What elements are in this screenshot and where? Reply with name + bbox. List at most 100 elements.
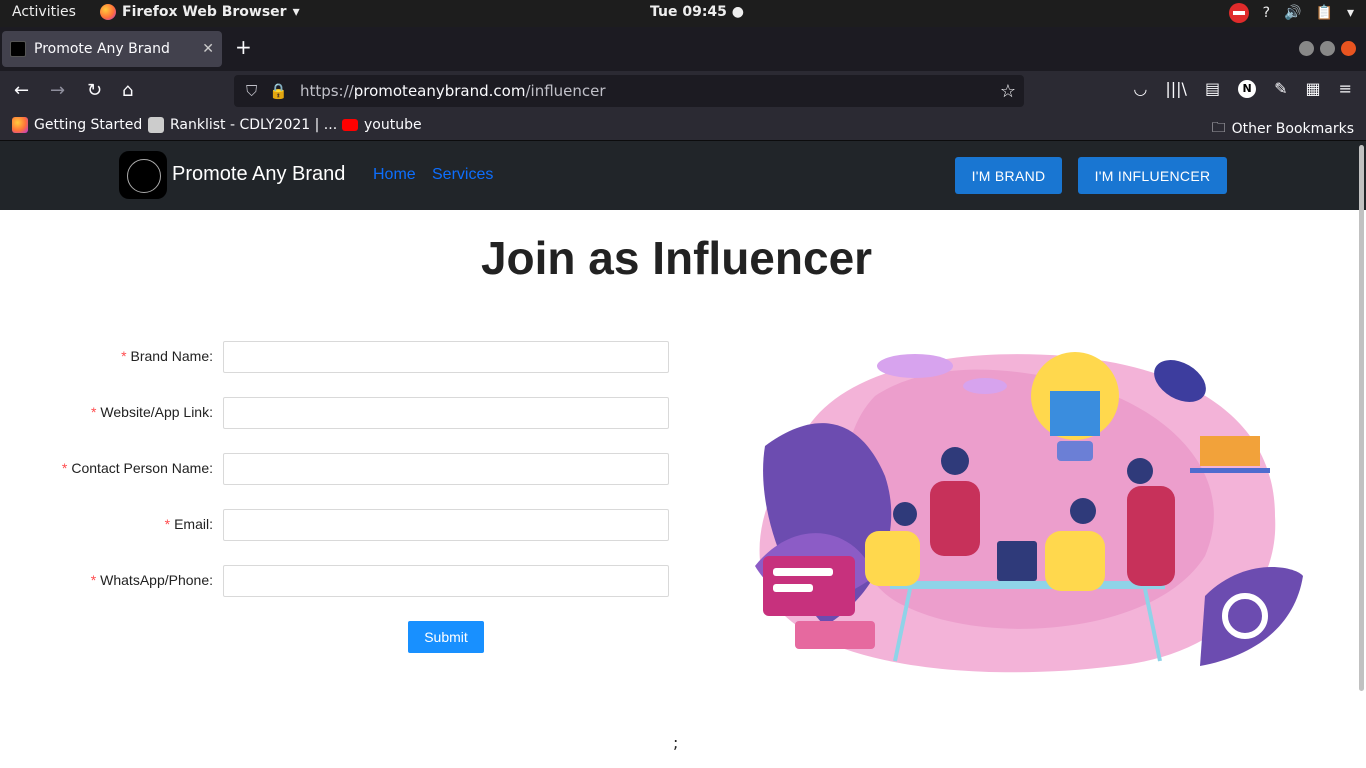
label-text: Email — [174, 516, 210, 532]
bookmark-youtube[interactable]: youtube — [342, 117, 422, 133]
footer-text: ; — [673, 733, 679, 752]
teamwork-illustration — [755, 352, 1303, 673]
email-input[interactable] — [223, 509, 669, 541]
site-brand-name[interactable]: Promote Any Brand — [172, 163, 345, 186]
required-mark: * — [90, 572, 97, 588]
label-text: Brand Name — [130, 348, 210, 364]
forward-icon[interactable]: → — [50, 80, 65, 101]
label-suffix: : — [209, 460, 213, 476]
codechef-icon — [148, 117, 164, 133]
bookmark-getting-started[interactable]: Getting Started — [12, 117, 142, 133]
label-suffix: : — [209, 404, 213, 420]
nav-services-link[interactable]: Services — [432, 166, 493, 184]
bookmarks-bar: Getting Started Ranklist - CDLY2021 | ..… — [0, 111, 1366, 141]
form-row-contact-person: * Contact Person Name: — [0, 453, 680, 485]
whatsapp-label: * WhatsApp/Phone: — [91, 572, 213, 588]
label-suffix: : — [209, 348, 213, 364]
page-title: Join as Influencer — [480, 232, 873, 284]
url-text: https://promoteanybrand.com/influencer — [300, 82, 606, 100]
chevron-down-icon[interactable]: ▾ — [1347, 5, 1354, 21]
label-suffix: : — [209, 516, 213, 532]
close-tab-icon[interactable]: ✕ — [202, 41, 214, 57]
app-menu-label: Firefox Web Browser — [122, 4, 287, 20]
youtube-icon — [342, 119, 358, 131]
library-icon[interactable]: |||\ — [1165, 79, 1187, 98]
submit-button[interactable]: Submit — [408, 621, 484, 653]
bookmark-label: Ranklist - CDLY2021 | ... — [170, 117, 338, 133]
extension-icon[interactable]: ▦ — [1305, 79, 1320, 98]
form-row-whatsapp: * WhatsApp/Phone: — [0, 565, 680, 597]
url-prefix: https:// — [299, 82, 354, 100]
clipboard-icon[interactable]: 📋 — [1316, 5, 1333, 21]
label-text: Contact Person Name — [71, 460, 210, 476]
folder-icon: 🗀 — [1211, 120, 1226, 136]
bookmark-star-icon[interactable]: ☆ — [1000, 81, 1016, 102]
website-input[interactable] — [223, 397, 669, 429]
account-avatar-icon[interactable]: N — [1238, 79, 1257, 98]
web-page: Promote Any Brand Home Services I'M BRAN… — [0, 141, 1366, 768]
new-tab-button[interactable]: + — [235, 35, 252, 59]
app-menu[interactable]: Firefox Web Browser ▾ — [100, 4, 300, 20]
other-bookmarks[interactable]: 🗀 Other Bookmarks — [1212, 117, 1354, 141]
required-mark: * — [121, 348, 127, 364]
site-logo[interactable] — [119, 151, 167, 199]
other-bookmarks-label: Other Bookmarks — [1231, 121, 1354, 137]
brand-name-label: * Brand Name: — [121, 348, 213, 364]
tab-bar: Promote Any Brand ✕ + — [0, 27, 1366, 71]
system-tray[interactable]: ? 🔊 📋 ▾ — [1228, 3, 1354, 23]
url-path: /influencer — [525, 82, 606, 100]
color-picker-icon[interactable]: ✎ — [1274, 79, 1287, 98]
shield-icon[interactable]: ⛉ — [246, 82, 257, 100]
website-label: * Website/App Link: — [91, 404, 213, 420]
site-favicon-icon — [10, 41, 26, 57]
navigation-toolbar: ← → ↻ ⌂ ⛉ 🔒 https://promoteanybrand.com/… — [0, 71, 1366, 111]
label-suffix: : — [209, 572, 213, 588]
email-label: * Email: — [165, 516, 213, 532]
clock[interactable]: Tue 09:45 ● — [650, 4, 744, 20]
contact-person-label: * Contact Person Name: — [62, 460, 213, 476]
label-text: Website/App Link — [100, 404, 210, 420]
firefox-icon — [100, 4, 116, 20]
help-icon[interactable]: ? — [1263, 5, 1270, 21]
form-row-website: * Website/App Link: — [0, 397, 680, 429]
nav-home-link[interactable]: Home — [373, 166, 416, 184]
bookmark-label: youtube — [364, 117, 422, 133]
pocket-icon[interactable]: ◡ — [1133, 79, 1147, 98]
back-icon[interactable]: ← — [14, 80, 29, 101]
lock-icon[interactable]: 🔒 — [269, 82, 288, 100]
sidebar-icon[interactable]: ▤ — [1205, 79, 1220, 98]
volume-icon[interactable]: 🔊 — [1284, 5, 1301, 21]
reload-icon[interactable]: ↻ — [87, 80, 102, 101]
im-influencer-button[interactable]: I'M INFLUENCER — [1078, 157, 1227, 194]
contact-person-input[interactable] — [223, 453, 669, 485]
minimize-button[interactable] — [1299, 41, 1314, 56]
tab-title: Promote Any Brand — [34, 41, 170, 57]
bookmark-ranklist[interactable]: Ranklist - CDLY2021 | ... — [148, 117, 337, 133]
system-top-bar: Activities Firefox Web Browser ▾ Tue 09:… — [0, 0, 1366, 27]
maximize-button[interactable] — [1320, 41, 1335, 56]
page-scrollbar[interactable] — [1359, 145, 1364, 691]
toolbar-extensions: ◡ |||\ ▤ N ✎ ▦ ≡ — [1133, 79, 1352, 98]
whatsapp-input[interactable] — [223, 565, 669, 597]
form-row-brand-name: * Brand Name: — [0, 341, 680, 373]
tab-promote-any-brand[interactable]: Promote Any Brand ✕ — [2, 31, 222, 67]
required-mark: * — [61, 460, 68, 476]
site-header: Promote Any Brand Home Services I'M BRAN… — [0, 141, 1366, 210]
clock-label: Tue 09:45 — [650, 4, 727, 20]
im-brand-button[interactable]: I'M BRAND — [955, 157, 1062, 194]
url-bar[interactable]: ⛉ 🔒 https://promoteanybrand.com/influenc… — [234, 75, 1024, 107]
chevron-down-icon: ▾ — [292, 4, 300, 20]
menu-icon[interactable]: ≡ — [1339, 79, 1352, 98]
do-not-disturb-icon[interactable] — [1228, 3, 1249, 23]
home-icon[interactable]: ⌂ — [122, 80, 133, 101]
bookmark-label: Getting Started — [34, 117, 143, 133]
close-window-button[interactable] — [1341, 41, 1356, 56]
label-text: WhatsApp/Phone — [100, 572, 210, 588]
required-mark: * — [164, 516, 171, 532]
activities-button[interactable]: Activities — [12, 4, 76, 20]
firefox-icon — [12, 117, 28, 133]
window-controls — [1299, 41, 1356, 56]
brand-name-input[interactable] — [223, 341, 669, 373]
form-row-email: * Email: — [0, 509, 680, 541]
url-host: promoteanybrand.com — [353, 82, 526, 100]
